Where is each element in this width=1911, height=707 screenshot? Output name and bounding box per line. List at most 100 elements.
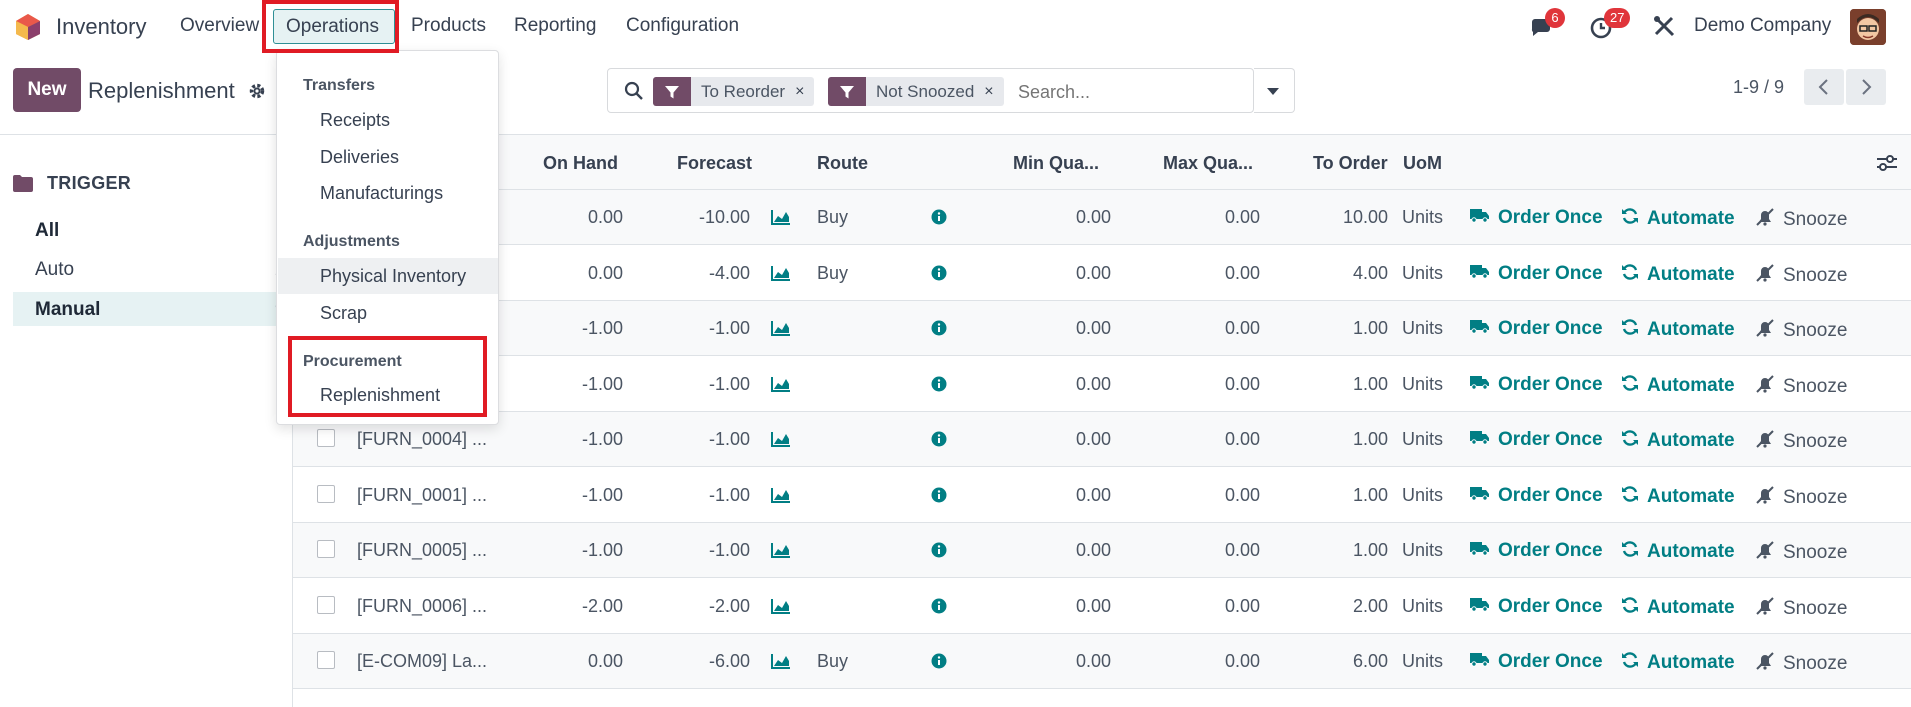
snooze-button[interactable]: Snooze	[1755, 374, 1847, 400]
menu-overview[interactable]: Overview	[180, 15, 259, 37]
forecast-chart-icon[interactable]	[771, 598, 791, 619]
snooze-button[interactable]: Snooze	[1755, 429, 1847, 455]
product-cell[interactable]: [FURN_0005] ...	[357, 540, 487, 561]
info-icon[interactable]	[931, 376, 947, 397]
order-once-button[interactable]: Order Once	[1470, 318, 1603, 340]
min-qty-cell[interactable]: 0.00	[1011, 374, 1111, 395]
info-icon[interactable]	[931, 320, 947, 341]
snooze-button[interactable]: Snooze	[1755, 263, 1847, 289]
order-once-button[interactable]: Order Once	[1470, 263, 1603, 285]
max-qty-cell[interactable]: 0.00	[1160, 651, 1260, 672]
table-row[interactable]: -1.00 -1.00 0.00 0.00 1.00 Units Order Once Aut…	[293, 301, 1911, 356]
automate-button[interactable]: Automate	[1621, 485, 1735, 509]
col-to-order[interactable]: To Order	[1313, 153, 1388, 174]
menu-item-receipts[interactable]: Receipts	[278, 102, 498, 138]
info-icon[interactable]	[931, 209, 947, 230]
table-row[interactable]: [FURN_0006] ... -2.00 -2.00 0.00 0.00 2.00 Uni…	[293, 579, 1911, 634]
automate-button[interactable]: Automate	[1621, 263, 1735, 287]
forecast-chart-icon[interactable]	[771, 542, 791, 563]
automate-button[interactable]: Automate	[1621, 540, 1735, 564]
max-qty-cell[interactable]: 0.00	[1160, 429, 1260, 450]
col-forecast[interactable]: Forecast	[677, 153, 752, 174]
search-input[interactable]	[1018, 79, 1218, 105]
to-order-cell[interactable]: 10.00	[1288, 207, 1388, 228]
user-avatar[interactable]	[1850, 9, 1886, 45]
automate-button[interactable]: Automate	[1621, 207, 1735, 231]
menu-item-scrap[interactable]: Scrap	[278, 295, 498, 331]
forecast-chart-icon[interactable]	[771, 209, 791, 230]
to-order-cell[interactable]: 2.00	[1288, 596, 1388, 617]
min-qty-cell[interactable]: 0.00	[1011, 207, 1111, 228]
max-qty-cell[interactable]: 0.00	[1160, 374, 1260, 395]
info-icon[interactable]	[931, 431, 947, 452]
row-checkbox[interactable]	[317, 595, 335, 614]
menu-item-deliveries[interactable]: Deliveries	[278, 139, 498, 175]
automate-button[interactable]: Automate	[1621, 374, 1735, 398]
table-row[interactable]: [E-COM09] La... 0.00 -6.00 Buy 0.00 0.00 6.00 U…	[293, 634, 1911, 689]
facet-remove-icon[interactable]: ×	[984, 83, 1003, 101]
column-options-icon[interactable]	[1876, 154, 1898, 172]
forecast-chart-icon[interactable]	[771, 431, 791, 452]
menu-item-manufacturings[interactable]: Manufacturings	[278, 175, 498, 211]
order-once-button[interactable]: Order Once	[1470, 540, 1603, 562]
snooze-button[interactable]: Snooze	[1755, 318, 1847, 344]
min-qty-cell[interactable]: 0.00	[1011, 651, 1111, 672]
company-switcher[interactable]: Demo Company	[1694, 15, 1831, 37]
search-options-toggle[interactable]	[1254, 68, 1295, 113]
info-icon[interactable]	[931, 598, 947, 619]
to-order-cell[interactable]: 1.00	[1288, 429, 1388, 450]
max-qty-cell[interactable]: 0.00	[1160, 263, 1260, 284]
inventory-logo-icon[interactable]	[14, 13, 42, 41]
forecast-chart-icon[interactable]	[771, 265, 791, 286]
pager-value[interactable]: 1-9 / 9	[1733, 77, 1784, 98]
min-qty-cell[interactable]: 0.00	[1011, 263, 1111, 284]
search-bar[interactable]: To Reorder × Not Snoozed ×	[607, 68, 1254, 113]
sidebar-item-all[interactable]: All	[13, 213, 285, 247]
to-order-cell[interactable]: 4.00	[1288, 263, 1388, 284]
min-qty-cell[interactable]: 0.00	[1011, 540, 1111, 561]
menu-products[interactable]: Products	[411, 15, 486, 37]
forecast-chart-icon[interactable]	[771, 487, 791, 508]
max-qty-cell[interactable]: 0.00	[1160, 318, 1260, 339]
table-row[interactable]: [FURN_0001] ... -1.00 -1.00 0.00 0.00 1.00 Uni…	[293, 468, 1911, 523]
col-min-qty[interactable]: Min Qua...	[1013, 153, 1099, 174]
facet-remove-icon[interactable]: ×	[795, 83, 814, 101]
to-order-cell[interactable]: 1.00	[1288, 485, 1388, 506]
menu-configuration[interactable]: Configuration	[626, 15, 739, 37]
col-route[interactable]: Route	[817, 153, 868, 174]
table-row[interactable]: -1.00 -1.00 0.00 0.00 1.00 Units Order Once Aut…	[293, 357, 1911, 412]
product-cell[interactable]: [FURN_0004] ...	[357, 429, 487, 450]
app-name[interactable]: Inventory	[56, 14, 147, 40]
snooze-button[interactable]: Snooze	[1755, 540, 1847, 566]
row-checkbox[interactable]	[317, 540, 335, 558]
info-icon[interactable]	[931, 487, 947, 508]
order-once-button[interactable]: Order Once	[1470, 207, 1603, 229]
max-qty-cell[interactable]: 0.00	[1160, 207, 1260, 228]
snooze-button[interactable]: Snooze	[1755, 651, 1847, 677]
min-qty-cell[interactable]: 0.00	[1011, 429, 1111, 450]
max-qty-cell[interactable]: 0.00	[1160, 485, 1260, 506]
order-once-button[interactable]: Order Once	[1470, 651, 1603, 673]
table-row[interactable]: [FURN_0004] ... -1.00 -1.00 0.00 0.00 1.00 Uni…	[293, 412, 1911, 467]
info-icon[interactable]	[931, 542, 947, 563]
forecast-chart-icon[interactable]	[771, 653, 791, 674]
order-once-button[interactable]: Order Once	[1470, 596, 1603, 618]
pager-next-button[interactable]	[1846, 69, 1886, 105]
automate-button[interactable]: Automate	[1621, 596, 1735, 620]
col-on-hand[interactable]: On Hand	[543, 153, 618, 174]
pager-previous-button[interactable]	[1804, 69, 1844, 105]
min-qty-cell[interactable]: 0.00	[1011, 596, 1111, 617]
automate-button[interactable]: Automate	[1621, 429, 1735, 453]
automate-button[interactable]: Automate	[1621, 318, 1735, 342]
product-cell[interactable]: [FURN_0006] ...	[357, 596, 487, 617]
table-row[interactable]: 0.00 -4.00 Buy 0.00 0.00 4.00 Units Order Once A…	[293, 246, 1911, 301]
row-checkbox[interactable]	[317, 429, 335, 447]
to-order-cell[interactable]: 6.00	[1288, 651, 1388, 672]
facet-to-reorder[interactable]: To Reorder ×	[653, 77, 815, 106]
order-once-button[interactable]: Order Once	[1470, 429, 1603, 451]
snooze-button[interactable]: Snooze	[1755, 207, 1847, 233]
product-cell[interactable]: [FURN_0001] ...	[357, 485, 487, 506]
forecast-chart-icon[interactable]	[771, 320, 791, 341]
product-cell[interactable]: [E-COM09] La...	[357, 651, 487, 672]
row-checkbox[interactable]	[317, 651, 335, 669]
